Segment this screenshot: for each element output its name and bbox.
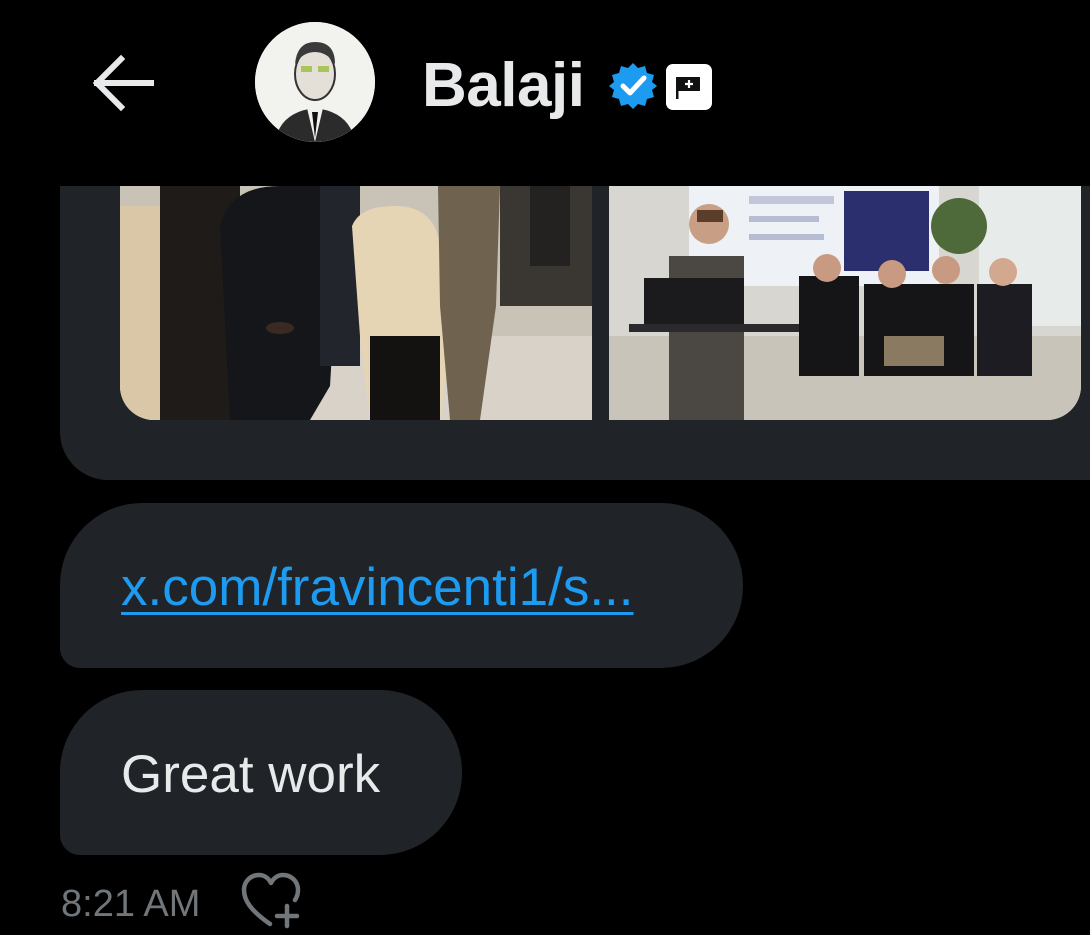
link-message-bubble: x.com/fravincenti1/s... [60, 503, 743, 668]
add-reaction-heart-icon [241, 872, 301, 929]
back-button[interactable] [78, 45, 166, 121]
contact-name[interactable]: Balaji [422, 48, 585, 124]
message-timestamp: 8:21 AM [61, 883, 201, 925]
conversation-header: Balaji [0, 0, 1090, 186]
message-text: Great work [121, 745, 381, 804]
dm-conversation-screen: Balaji x.com/fravincenti1/s... Great wor… [0, 0, 1090, 935]
avatar[interactable] [255, 22, 375, 142]
add-reaction-button[interactable] [240, 872, 304, 930]
affiliate-badge-icon [666, 64, 712, 110]
message-link[interactable]: x.com/fravincenti1/s... [121, 557, 634, 618]
verified-check-icon [609, 63, 657, 109]
arrow-left-icon [92, 54, 154, 112]
text-message-bubble: Great work [60, 690, 462, 855]
event-crowd-photo[interactable] [120, 186, 592, 420]
panel-discussion-photo[interactable] [609, 186, 1081, 420]
